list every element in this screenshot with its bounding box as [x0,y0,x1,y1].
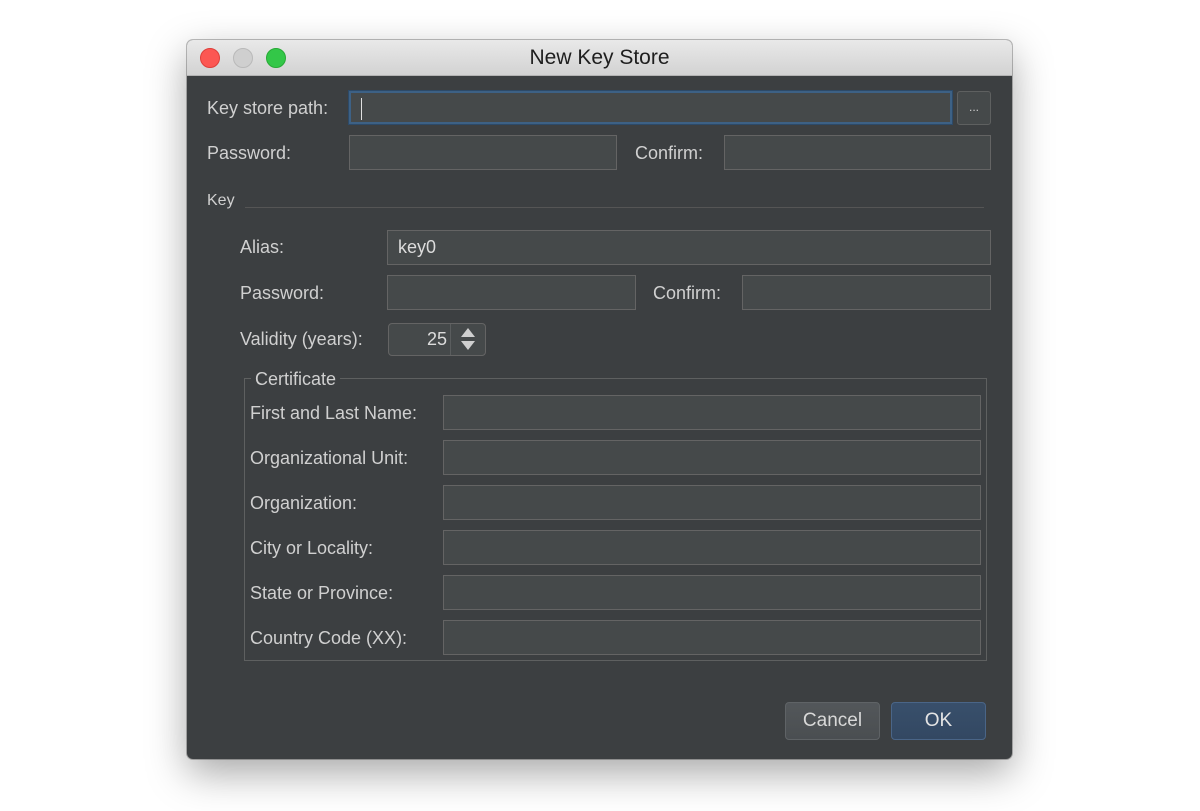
alias-field[interactable]: key0 [387,230,991,265]
arrow-down-icon[interactable] [461,341,475,350]
cert-country-label: Country Code (XX): [250,628,408,648]
alias-label: Alias: [240,237,285,257]
cert-city-label: City or Locality: [250,538,374,558]
organizational-unit-field[interactable] [443,440,981,475]
key-password-field[interactable] [387,275,636,310]
keystore-confirm-field[interactable] [724,135,991,170]
key-section-label: Key [207,192,235,209]
city-locality-field[interactable] [443,530,981,565]
key-confirm-field[interactable] [742,275,991,310]
arrow-up-icon[interactable] [461,328,475,337]
keystore-confirm-label: Confirm: [635,143,704,163]
cancel-button[interactable]: Cancel [785,702,880,740]
validity-label: Validity (years): [240,329,363,349]
key-password-label: Password: [240,283,325,303]
first-last-name-field[interactable] [443,395,981,430]
validity-value[interactable]: 25 [427,324,447,355]
organization-field[interactable] [443,485,981,520]
new-key-store-dialog: New Key Store Key store path: ... Passwo… [187,40,1012,759]
spinner-arrows[interactable] [450,324,485,355]
key-store-path-label: Key store path: [207,98,329,118]
certificate-legend: Certificate [251,368,341,390]
text-caret [361,98,362,120]
key-store-path-input[interactable] [349,91,952,124]
cert-name-label: First and Last Name: [250,403,418,423]
keystore-password-field[interactable] [349,135,617,170]
state-province-field[interactable] [443,575,981,610]
cert-org-unit-label: Organizational Unit: [250,448,409,468]
key-section-divider [245,207,984,208]
cert-organization-label: Organization: [250,493,358,513]
keystore-password-label: Password: [207,143,292,163]
cert-state-label: State or Province: [250,583,394,603]
browse-button[interactable]: ... [957,91,991,125]
validity-spinner[interactable]: 25 [388,323,486,356]
title-bar[interactable]: New Key Store [187,40,1012,76]
key-confirm-label: Confirm: [653,283,722,303]
window-title: New Key Store [529,46,670,69]
ok-button[interactable]: OK [891,702,986,740]
country-code-field[interactable] [443,620,981,655]
